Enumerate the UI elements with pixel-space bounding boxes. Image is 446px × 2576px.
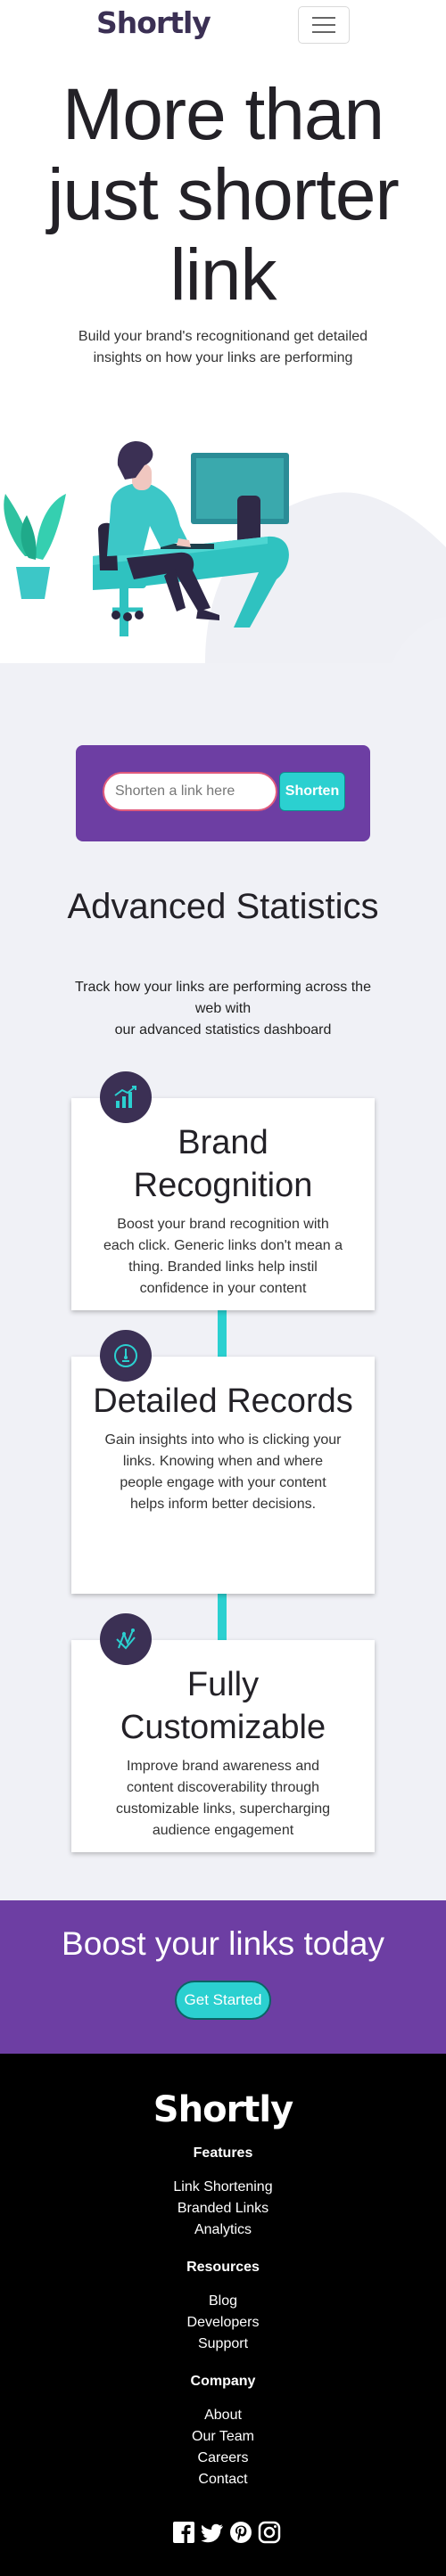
footer-heading: Company	[190, 2374, 256, 2389]
facebook-icon[interactable]	[171, 2520, 196, 2545]
footer-link[interactable]: Our Team	[0, 2426, 446, 2448]
feature-card: Brand Recognition Boost your brand recog…	[71, 1098, 375, 1310]
hamburger-icon-bar	[312, 31, 335, 33]
site-footer: Shortly Features Link Shortening Branded…	[0, 2054, 446, 2576]
boost-section: Boost your links today Get Started	[0, 1900, 446, 2054]
footer-heading: Features	[193, 2145, 253, 2161]
footer-link[interactable]: Branded Links	[0, 2198, 446, 2219]
brand-recognition-icon	[100, 1071, 152, 1123]
footer-link[interactable]: Link Shortening	[0, 2177, 446, 2198]
feature-card: Detailed Records Gain insights into who …	[71, 1357, 375, 1594]
get-started-button[interactable]: Get Started	[175, 1981, 271, 2020]
stats-subtitle-line2: our advanced statistics dashboard	[114, 1022, 332, 1038]
footer-link[interactable]: Blog	[0, 2291, 446, 2312]
footer-section-resources: Resources Blog Developers Support	[0, 2257, 446, 2355]
menu-button[interactable]	[298, 6, 350, 44]
footer-link[interactable]: Careers	[0, 2448, 446, 2469]
hero-section: More than just shorter link Build your b…	[0, 52, 446, 369]
social-links	[171, 2520, 282, 2545]
site-header: Shortly	[0, 0, 446, 52]
instagram-icon[interactable]	[257, 2520, 282, 2545]
card-connector	[218, 1594, 227, 1640]
footer-logo[interactable]: Shortly	[0, 2089, 446, 2130]
stats-title: Advanced Statistics	[67, 887, 379, 926]
boost-title: Boost your links today	[62, 1925, 384, 1962]
pinterest-icon[interactable]	[228, 2520, 253, 2545]
hamburger-icon-bar	[312, 24, 335, 26]
hero-title: More than just shorter link	[47, 74, 400, 316]
footer-link[interactable]: Support	[0, 2334, 446, 2355]
shorten-button[interactable]: Shorten	[279, 772, 345, 811]
hamburger-icon	[312, 17, 335, 19]
stats-subtitle-line1: Track how your links are performing acro…	[75, 980, 371, 1016]
stats-subtitle: Track how your links are performing acro…	[62, 977, 384, 1041]
footer-link[interactable]: Contact	[0, 2469, 446, 2490]
statistics-section: Shorten Advanced Statistics Track how yo…	[0, 663, 446, 1900]
footer-section-company: Company About Our Team Careers Contact	[0, 2371, 446, 2490]
shorten-form: Shorten	[76, 745, 370, 841]
logo[interactable]: Shortly	[96, 5, 211, 40]
footer-link[interactable]: Analytics	[0, 2219, 446, 2241]
detailed-records-icon	[100, 1330, 152, 1382]
card-text: Improve brand awareness and content disc…	[115, 1759, 331, 1838]
card-connector	[218, 1310, 227, 1357]
twitter-icon[interactable]	[200, 2520, 225, 2545]
hero-illustration	[0, 369, 446, 663]
footer-heading: Resources	[186, 2260, 260, 2275]
card-text: Boost your brand recognition with each c…	[103, 1217, 343, 1296]
fully-customizable-icon	[100, 1613, 152, 1665]
card-text: Gain insights into who is clicking your …	[104, 1432, 342, 1512]
footer-link[interactable]: Developers	[0, 2312, 446, 2334]
shorten-input[interactable]	[103, 772, 277, 811]
footer-section-features: Features Link Shortening Branded Links A…	[0, 2143, 446, 2241]
person-working-at-desk-illustration	[4, 441, 446, 663]
feature-card: Fully Customizable Improve brand awarene…	[71, 1640, 375, 1852]
hero-subtitle: Build your brand's recognitionand get de…	[78, 329, 368, 365]
footer-link[interactable]: About	[0, 2405, 446, 2426]
